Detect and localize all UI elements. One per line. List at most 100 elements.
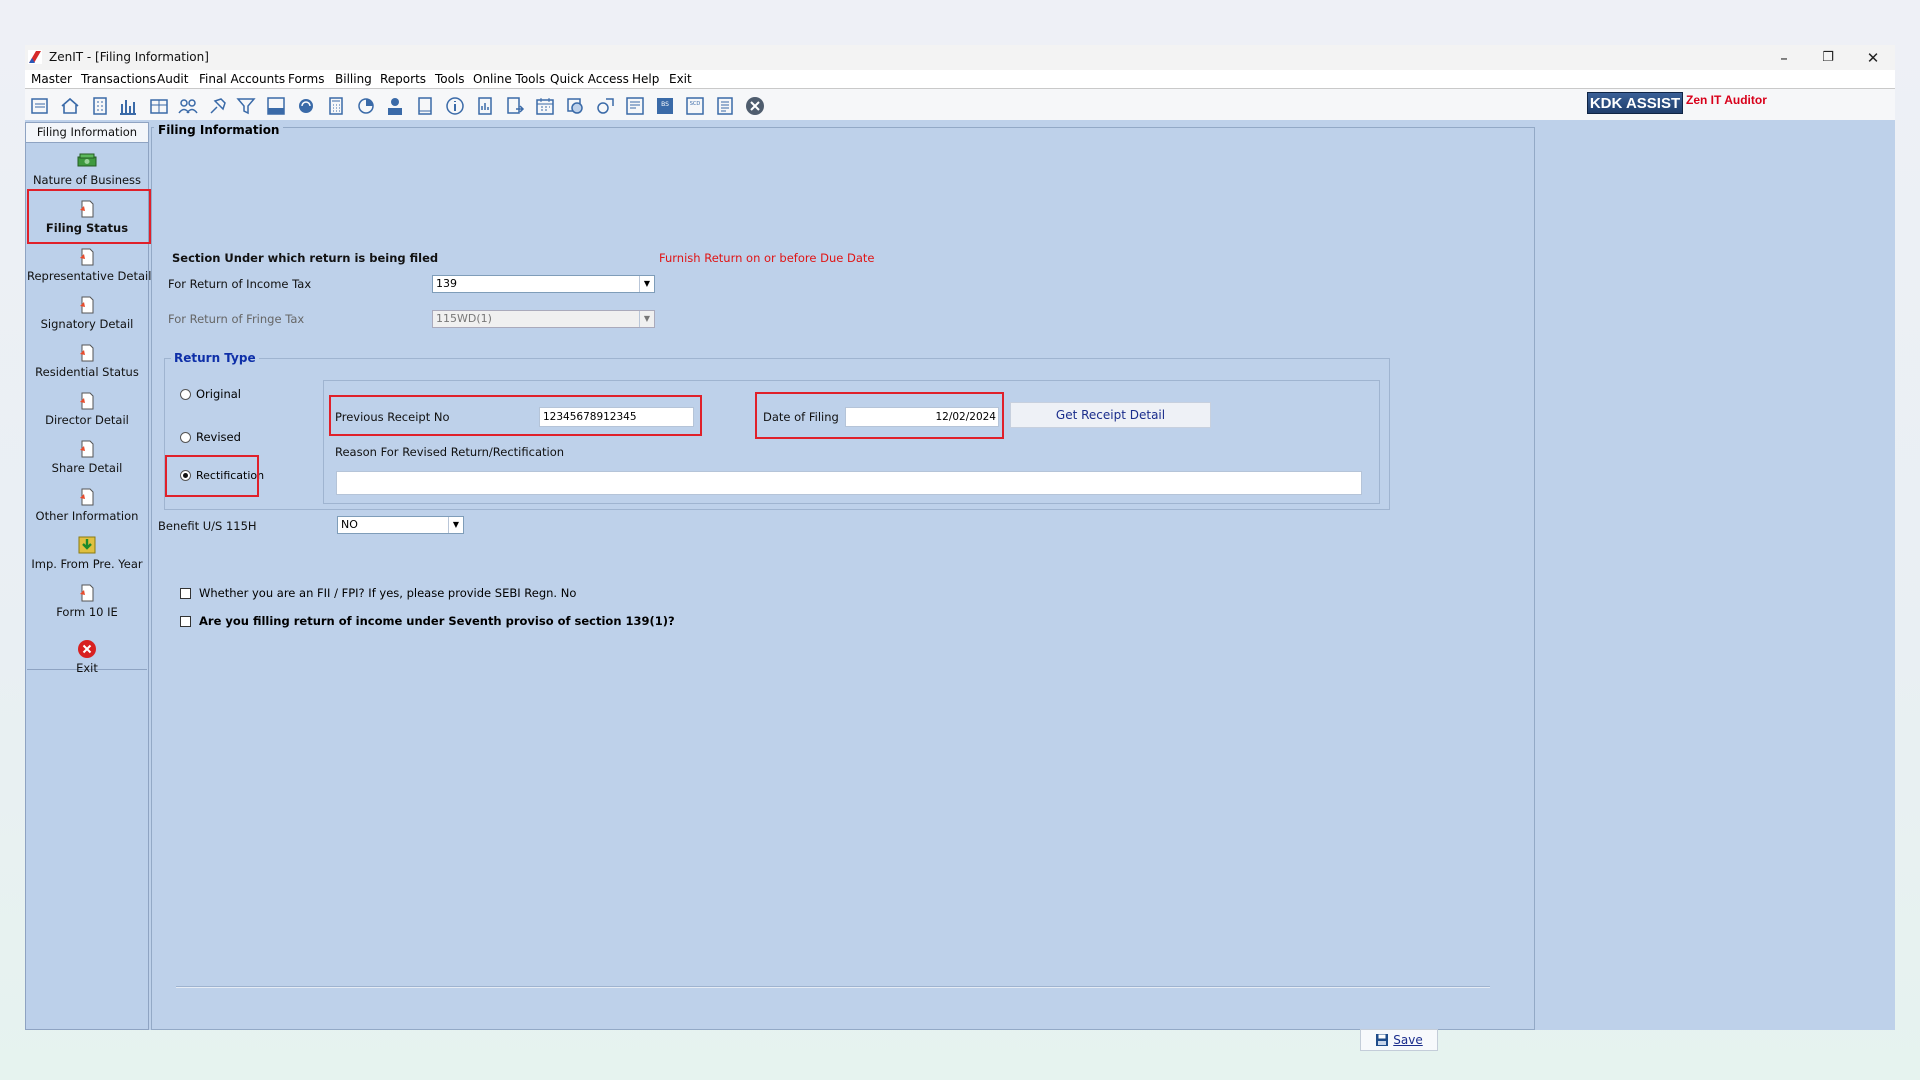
menu-exit[interactable]: Exit <box>669 72 692 86</box>
menu-audit[interactable]: Audit <box>157 72 188 86</box>
menu-final-accounts[interactable]: Final Accounts <box>199 72 285 86</box>
document-icon <box>80 296 94 314</box>
kdk-assist-logo: KDK ASSIST <box>1587 92 1683 114</box>
sidebar-item-nature-of-business[interactable]: Nature of Business <box>27 147 147 193</box>
bar-chart-icon[interactable] <box>117 95 139 117</box>
sidebar-item-residential-status[interactable]: Residential Status <box>27 339 147 385</box>
export-icon[interactable] <box>504 95 526 117</box>
reason-input[interactable] <box>336 471 1362 495</box>
radio-original[interactable]: Original <box>180 387 241 401</box>
benefit-select[interactable]: NO ▼ <box>337 516 464 534</box>
building-icon[interactable] <box>89 95 111 117</box>
info-icon[interactable] <box>444 95 466 117</box>
sidebar-item-director-detail[interactable]: Director Detail <box>27 387 147 433</box>
document-icon <box>80 392 94 410</box>
client-area: Filing Information Nature of Business Fi… <box>25 120 1895 1051</box>
menu-billing[interactable]: Billing <box>335 72 372 86</box>
sidebar: Filing Information Nature of Business Fi… <box>25 122 151 1030</box>
menu-reports[interactable]: Reports <box>380 72 426 86</box>
refresh-icon[interactable] <box>295 95 317 117</box>
income-tax-select[interactable]: 139 ▼ <box>432 275 655 293</box>
minimize-button[interactable]: – <box>1762 45 1806 70</box>
product-name: Zen IT Auditor <box>1686 93 1767 107</box>
document-icon <box>80 248 94 266</box>
grid-icon[interactable] <box>148 95 170 117</box>
filter-icon[interactable] <box>235 95 257 117</box>
svg-text:SCD: SCD <box>690 101 701 107</box>
pie-icon[interactable] <box>355 95 377 117</box>
tax-icon[interactable] <box>265 95 287 117</box>
sidebar-highlight <box>27 189 151 244</box>
zenit-logo-icon <box>28 50 42 64</box>
restore-button[interactable]: ❐ <box>1806 45 1850 70</box>
date-of-filing-highlight <box>755 392 1004 439</box>
exit-icon <box>78 640 96 658</box>
income-tax-label: For Return of Income Tax <box>168 277 312 291</box>
list-icon[interactable] <box>714 95 736 117</box>
radio-revised[interactable]: Revised <box>180 430 241 444</box>
menu-transactions[interactable]: Transactions <box>81 72 156 86</box>
window-title: ZenIT - [Filing Information] <box>49 50 209 64</box>
benefit-label: Benefit U/S 115H <box>158 519 257 533</box>
save-button[interactable]: Save <box>1360 1029 1438 1051</box>
sidebar-item-share-detail[interactable]: Share Detail <box>27 435 147 481</box>
checkbox-box[interactable] <box>180 587 191 599</box>
import-icon <box>78 536 96 554</box>
calendar-icon[interactable] <box>534 95 556 117</box>
close-circle-icon[interactable] <box>744 95 766 117</box>
chevron-down-icon[interactable]: ▼ <box>639 276 654 292</box>
menu-bar: Master Transactions Audit Final Accounts… <box>25 70 1895 89</box>
money-icon <box>77 153 97 167</box>
radio-dot[interactable] <box>180 431 191 443</box>
menu-master[interactable]: Master <box>31 72 72 86</box>
fringe-tax-select[interactable]: 115WD(1) ▼ <box>432 310 655 328</box>
reason-label: Reason For Revised Return/Rectification <box>335 445 565 459</box>
fii-checkbox[interactable]: Whether you are an FII / FPI? If yes, pl… <box>180 586 576 600</box>
menu-quick-access[interactable]: Quick Access <box>550 72 629 86</box>
menu-online-tools[interactable]: Online Tools <box>473 72 545 86</box>
tools-icon[interactable] <box>594 95 616 117</box>
pay-icon[interactable] <box>384 95 406 117</box>
sidebar-item-other-information[interactable]: Other Information <box>27 483 147 529</box>
sidebar-item-signatory-detail[interactable]: Signatory Detail <box>27 291 147 337</box>
sidebar-item-representative-detail[interactable]: Representative Detail <box>27 243 151 289</box>
globe-icon[interactable] <box>564 95 586 117</box>
menu-forms[interactable]: Forms <box>288 72 324 86</box>
checkbox-box[interactable] <box>180 615 191 627</box>
previous-receipt-highlight <box>329 395 702 436</box>
book-icon[interactable] <box>414 95 436 117</box>
document-icon <box>80 584 94 602</box>
return-type-title: Return Type <box>171 351 259 365</box>
close-button[interactable]: ✕ <box>1851 45 1895 70</box>
pin-icon[interactable] <box>207 95 229 117</box>
menu-tools[interactable]: Tools <box>435 72 465 86</box>
form-divider <box>176 986 1490 988</box>
form-icon[interactable] <box>624 95 646 117</box>
due-date-note: Furnish Return on or before Due Date <box>659 251 875 265</box>
sidebar-header: Filing Information <box>26 123 148 143</box>
document-icon <box>80 344 94 362</box>
sidebar-item-form-10-ie[interactable]: Form 10 IE <box>27 579 147 625</box>
sidebar-item-exit[interactable]: Exit <box>27 635 147 681</box>
chevron-down-icon[interactable]: ▼ <box>448 517 463 533</box>
document-icon <box>80 488 94 506</box>
svg-text:BS: BS <box>661 101 669 108</box>
scd-icon[interactable]: SCD <box>684 95 706 117</box>
open-icon[interactable] <box>29 95 51 117</box>
panel-title: Filing Information <box>154 123 284 137</box>
bs-icon[interactable]: BS <box>654 95 676 117</box>
report-icon[interactable] <box>474 95 496 117</box>
title-bar: ZenIT - [Filing Information] – ❐ ✕ <box>25 45 1895 70</box>
sidebar-item-import-previous-year[interactable]: Imp. From Pre. Year <box>27 531 147 577</box>
users-icon[interactable] <box>177 95 199 117</box>
radio-dot[interactable] <box>180 388 191 400</box>
floppy-icon <box>1376 1034 1389 1046</box>
seventh-proviso-checkbox[interactable]: Are you filling return of income under S… <box>180 614 675 628</box>
chevron-down-icon[interactable]: ▼ <box>639 311 654 327</box>
get-receipt-detail-button[interactable]: Get Receipt Detail <box>1010 402 1211 428</box>
section-heading: Section Under which return is being file… <box>172 251 439 265</box>
menu-help[interactable]: Help <box>632 72 659 86</box>
home-icon[interactable] <box>59 95 81 117</box>
document-icon <box>80 440 94 458</box>
calculator-icon[interactable] <box>325 95 347 117</box>
